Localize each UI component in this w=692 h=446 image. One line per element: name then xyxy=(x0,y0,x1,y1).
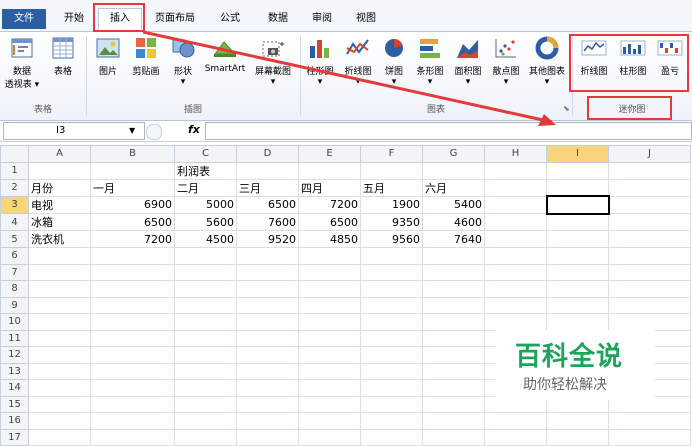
watermark: 百科全说 助你轻松解决 xyxy=(495,330,655,400)
cell-G17[interactable] xyxy=(422,428,485,446)
watermark-title: 百科全说 xyxy=(515,342,624,372)
watermark-subtitle: 助你轻松解决 xyxy=(523,377,607,393)
cell-J17[interactable] xyxy=(608,428,691,446)
cell-I17[interactable] xyxy=(546,428,609,446)
table-row: 17 xyxy=(0,428,691,446)
cell-C17[interactable] xyxy=(174,428,237,446)
row-header[interactable]: 17 xyxy=(0,428,29,446)
cell-E17[interactable] xyxy=(298,428,361,446)
cell-A17[interactable] xyxy=(28,428,91,446)
cell-D17[interactable] xyxy=(236,428,299,446)
cell-B17[interactable] xyxy=(90,428,175,446)
cell-F17[interactable] xyxy=(360,428,423,446)
cell-H17[interactable] xyxy=(484,428,547,446)
